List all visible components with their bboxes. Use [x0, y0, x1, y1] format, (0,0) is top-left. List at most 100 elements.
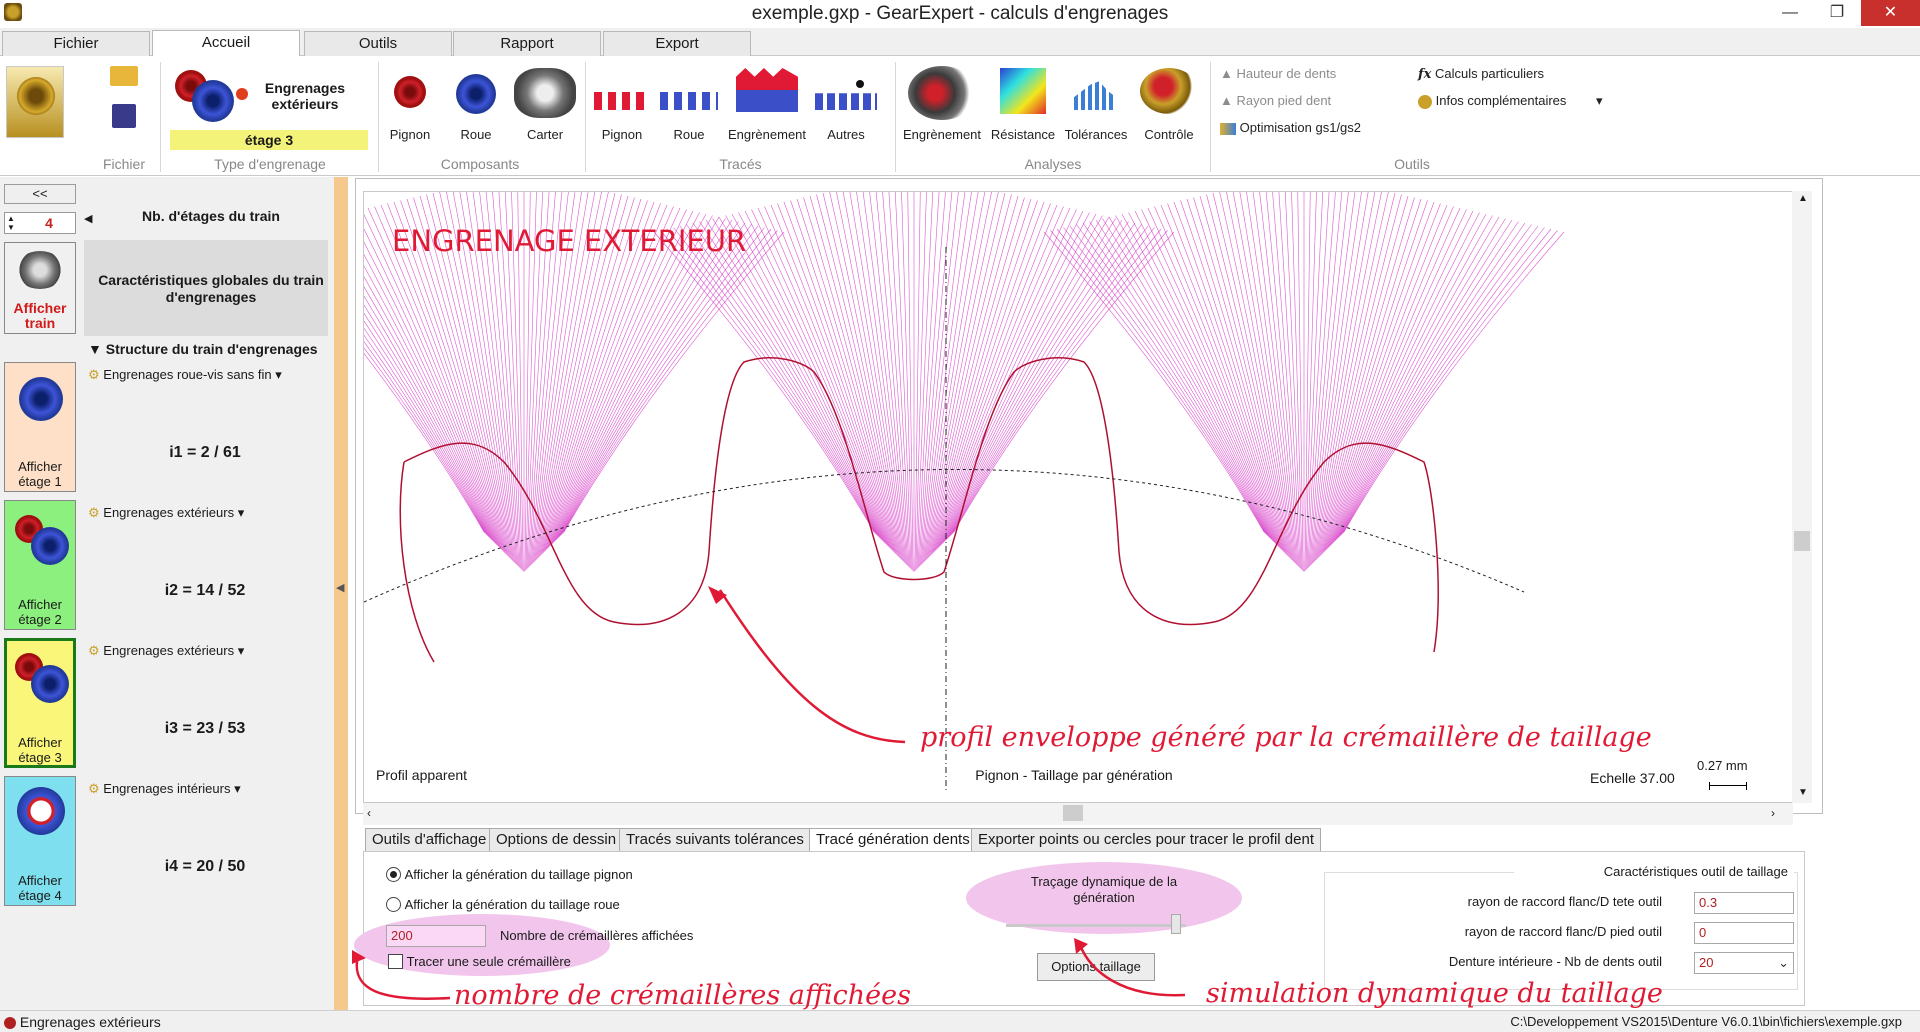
- rack-line: [364, 304, 492, 540]
- rack-line: [1343, 231, 1565, 533]
- stage-1-button[interactable]: Afficher étage 1: [4, 362, 76, 492]
- panel-splitter[interactable]: ◀: [334, 177, 348, 1013]
- stage-4-button[interactable]: Afficher étage 4: [4, 776, 76, 906]
- minimize-button[interactable]: —: [1767, 0, 1813, 26]
- outil-nb-dents-select[interactable]: 20 ⌄: [1694, 952, 1794, 974]
- stage-2-button[interactable]: Afficher étage 2: [4, 500, 76, 630]
- radio-pignon-indicator[interactable]: [386, 867, 401, 883]
- tab-export[interactable]: Export: [603, 31, 751, 56]
- tab-traces-tolerances[interactable]: Tracés suivants tolérances: [619, 828, 811, 852]
- hauteur-dents-link[interactable]: ▲ Hauteur de dents: [1220, 66, 1336, 81]
- checkbox-box[interactable]: [388, 954, 403, 969]
- trace-roue-button[interactable]: Roue: [659, 127, 719, 142]
- scroll-right-icon[interactable]: ›: [1771, 806, 1775, 820]
- stage-3-button[interactable]: Afficher étage 3: [4, 638, 76, 768]
- outil-pied-input[interactable]: 0: [1694, 922, 1794, 944]
- trace-autres-icon[interactable]: [815, 93, 877, 110]
- infos-complementaires-link[interactable]: Infos complémentaires ▾: [1418, 93, 1603, 109]
- stage-3-ratio: i3 = 23 / 53: [164, 720, 246, 737]
- link-icon: ⚙: [88, 367, 104, 382]
- nb-etages-stepper[interactable]: ▲ ▼ 4: [4, 212, 76, 234]
- structure-header[interactable]: ▼ Structure du train d'engrenages: [88, 341, 318, 357]
- optimisation-link[interactable]: Optimisation gs1/gs2: [1220, 120, 1361, 135]
- tab-exporter-points[interactable]: Exporter points ou cercles pour tracer l…: [971, 828, 1321, 852]
- trace-roue-icon[interactable]: [660, 92, 718, 110]
- rack-line: [1336, 221, 1519, 540]
- calculs-particuliers-link[interactable]: fx Calculs particuliers: [1418, 66, 1544, 82]
- radio-pignon[interactable]: Afficher la génération du taillage pigno…: [386, 866, 633, 883]
- scroll-down-icon[interactable]: ▼: [1798, 787, 1808, 798]
- scroll-up-icon[interactable]: ▲: [1798, 193, 1808, 204]
- stage-1-type[interactable]: ⚙ Engrenages roue-vis sans fin ▾: [88, 367, 282, 383]
- carac-globales-label[interactable]: Caractéristiques globales du train d'eng…: [96, 272, 326, 306]
- maximize-button[interactable]: ❐: [1814, 0, 1860, 26]
- scale-bar: [1709, 782, 1747, 790]
- composant-carter-button[interactable]: Carter: [515, 127, 575, 142]
- splitter-arrow-icon[interactable]: ◀: [336, 581, 344, 594]
- vertical-scrollbar[interactable]: ▲ ▼: [1792, 191, 1812, 803]
- expand-arrow-icon[interactable]: ◀: [84, 212, 92, 225]
- tolerances-icon[interactable]: [1074, 81, 1116, 110]
- tab-fichier[interactable]: Fichier: [2, 31, 150, 56]
- composant-pignon-button[interactable]: Pignon: [380, 127, 440, 142]
- tab-trace-generation[interactable]: Tracé génération dents: [809, 828, 977, 853]
- radio-roue-indicator[interactable]: [386, 897, 401, 913]
- close-button[interactable]: ✕: [1861, 0, 1920, 26]
- save-icon[interactable]: [112, 104, 136, 128]
- gearexpert-logo[interactable]: [6, 66, 64, 138]
- analyse-resistance-button[interactable]: Résistance: [988, 127, 1058, 142]
- rack-line: [951, 228, 1162, 535]
- pignon-icon[interactable]: [394, 76, 426, 108]
- rack-line: [367, 207, 501, 549]
- rack-line: [1327, 207, 1461, 549]
- options-taillage-button[interactable]: Options taillage: [1037, 953, 1155, 981]
- rack-line: [1297, 192, 1304, 572]
- single-rack-checkbox[interactable]: Tracer une seule crémaillère: [388, 954, 571, 972]
- tab-outils[interactable]: Outils: [304, 31, 452, 56]
- stage-3-type[interactable]: ⚙ Engrenages extérieurs ▾: [88, 643, 244, 659]
- rack-line: [944, 218, 1116, 542]
- tab-rapport[interactable]: Rapport: [453, 31, 601, 56]
- analyse-controle-button[interactable]: Contrôle: [1134, 127, 1204, 142]
- trace-pignon-button[interactable]: Pignon: [592, 127, 652, 142]
- trace-autres-button[interactable]: Autres: [816, 127, 876, 142]
- rack-line: [1056, 228, 1267, 535]
- drawing-caption: Pignon - Taillage par génération: [975, 767, 1173, 783]
- analyse-tolerances-button[interactable]: Tolérances: [1060, 127, 1132, 142]
- open-folder-icon[interactable]: [110, 66, 138, 86]
- engrenages-exterieurs-title[interactable]: Engrenages extérieurs: [255, 80, 355, 112]
- analyse-engrenement-button[interactable]: Engrènement: [898, 127, 986, 142]
- radio-roue[interactable]: Afficher la génération du taillage roue: [386, 896, 620, 913]
- stage-indicator[interactable]: étage 3: [170, 130, 368, 150]
- tab-options-dessin[interactable]: Options de dessin: [489, 828, 624, 852]
- dynamic-slider-track[interactable]: [1006, 924, 1186, 927]
- trace-engrenement-button[interactable]: Engrènement: [722, 127, 812, 142]
- horizontal-scrollbar[interactable]: ‹ ›: [363, 803, 1793, 825]
- trace-pignon-icon[interactable]: [594, 92, 650, 110]
- resistance-icon[interactable]: [1000, 68, 1046, 114]
- rayon-pied-dent-link[interactable]: ▲ Rayon pied dent: [1220, 93, 1331, 108]
- analyse-engrenement-icon[interactable]: [908, 66, 976, 120]
- drawing-canvas[interactable]: ENGRENAGE EXTERIEUR Profil apparent Pign…: [363, 191, 1793, 803]
- scroll-left-icon[interactable]: ‹: [367, 806, 371, 820]
- outil-tete-input[interactable]: 0.3: [1694, 892, 1794, 914]
- collapse-left-button[interactable]: <<: [4, 184, 76, 204]
- tab-outils-affichage[interactable]: Outils d'affichage: [365, 828, 494, 852]
- dynamic-slider-thumb[interactable]: [1171, 914, 1181, 934]
- stage-2-type[interactable]: ⚙ Engrenages extérieurs ▾: [88, 505, 244, 521]
- nb-cremailleres-input[interactable]: 200: [386, 925, 486, 947]
- hscroll-thumb[interactable]: [1063, 805, 1083, 821]
- stage-4-type[interactable]: ⚙ Engrenages intérieurs ▾: [88, 781, 241, 797]
- roue-icon[interactable]: [456, 74, 496, 114]
- rack-line: [364, 228, 499, 547]
- stepper-arrows-icon[interactable]: ▲ ▼: [7, 214, 15, 232]
- trace-engrenement-icon[interactable]: [736, 68, 798, 112]
- vscroll-thumb[interactable]: [1794, 531, 1810, 551]
- afficher-train-button[interactable]: Afficher train: [4, 242, 76, 334]
- dropdown-arrow-icon[interactable]: ▾: [1596, 93, 1603, 108]
- tab-accueil[interactable]: Accueil: [152, 30, 300, 56]
- worm-gear-icon: [19, 377, 63, 421]
- controle-icon[interactable]: [1140, 68, 1198, 114]
- composant-roue-button[interactable]: Roue: [446, 127, 506, 142]
- carter-icon[interactable]: [514, 68, 576, 118]
